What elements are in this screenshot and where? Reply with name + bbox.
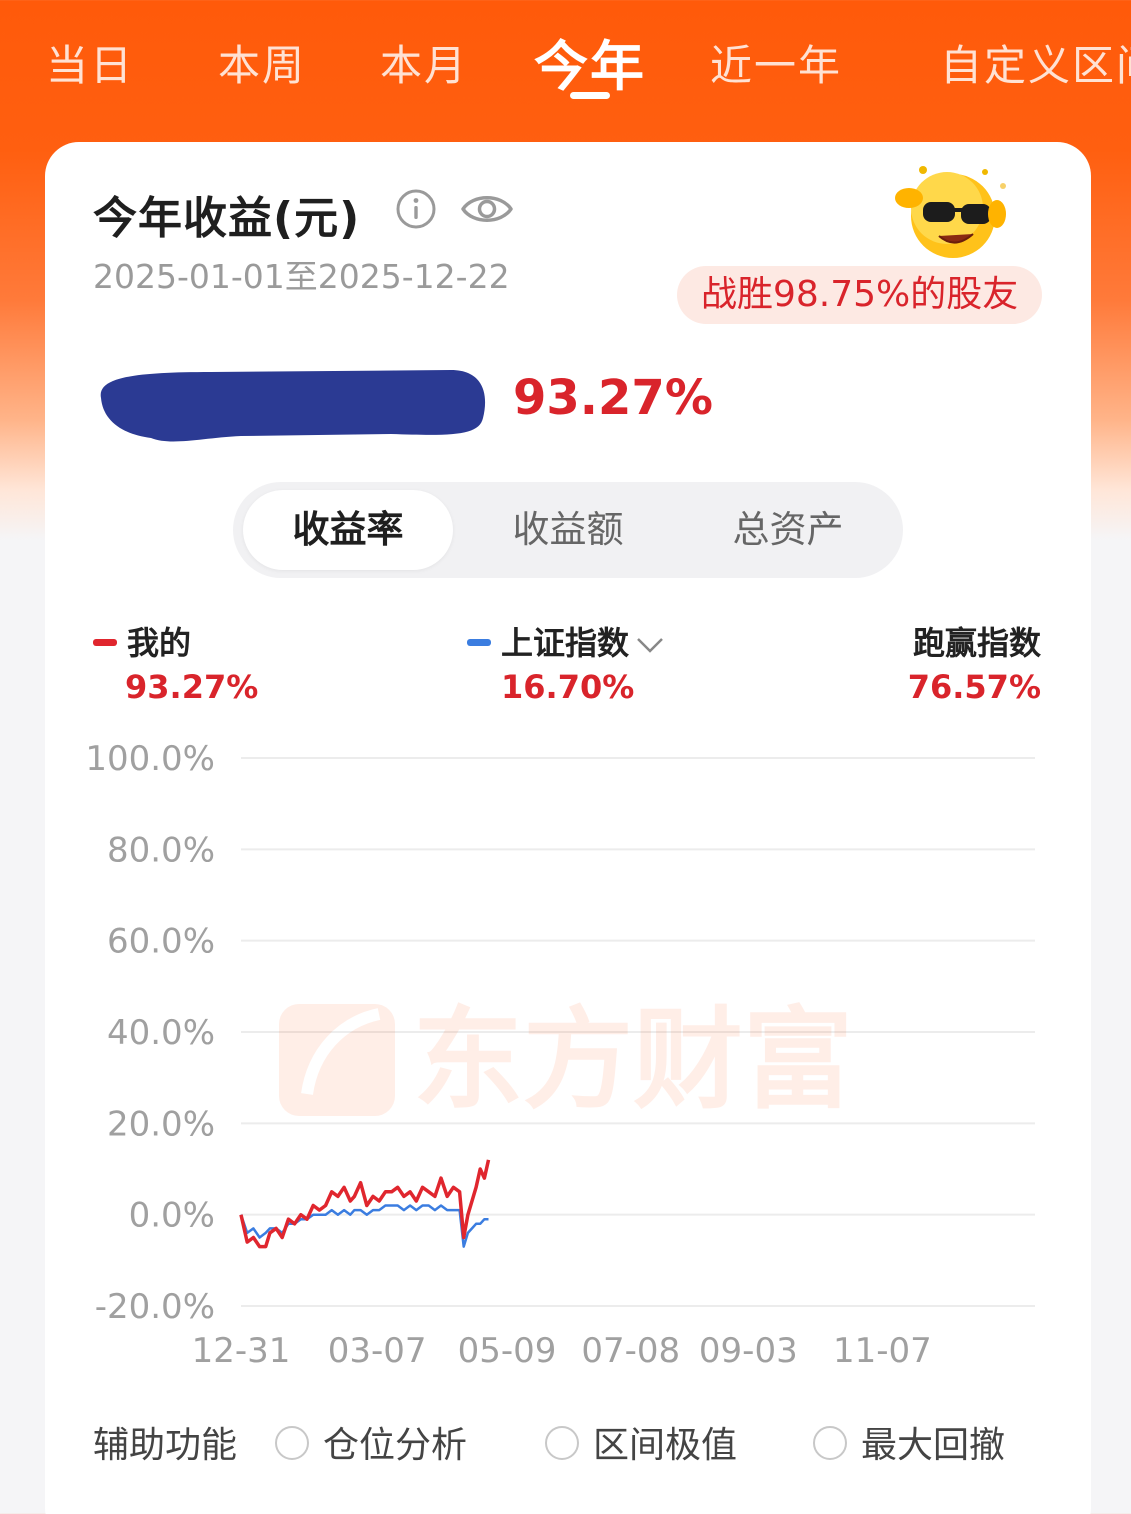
aux-functions-label: 辅助功能 [93,1425,238,1466]
redacted-amount [100,370,486,442]
watermark: 东方财富 [279,996,853,1124]
y-tick-label: 0.0% [129,1196,215,1236]
beat-percent-badge: 战胜98.75%的股友 [677,266,1043,324]
x-axis-labels: 12-31 03-07 05-09 07-08 09-03 11-07 [192,1331,932,1371]
legend-index-label: 上证指数 [501,624,630,662]
legend-mine-label: 我的 [127,624,192,662]
y-tick-label: -20.0% [95,1287,215,1327]
y-tick-label: 60.0% [107,922,215,962]
date-range: 2025-01-01至2025-12-22 [93,257,510,296]
period-tabs: 当日 本周 本月 今年 近一年 自定义区间 [0,0,1131,120]
series-line [239,1204,489,1248]
active-tab-indicator [570,92,610,99]
legend-beat-label: 跑赢指数 [912,624,1041,662]
radio-icon[interactable] [275,1426,309,1460]
option-max-drawdown[interactable]: 最大回撤 [813,1416,1005,1468]
x-tick-label: 07-08 [581,1331,680,1371]
y-tick-label: 80.0% [107,830,215,870]
tab-last-year[interactable]: 近一年 [710,32,842,93]
metric-segmented-control: 收益率 收益额 总资产 [233,482,903,578]
watermark-text: 东方财富 [413,996,853,1124]
option-range-extremes-label: 区间极值 [593,1425,738,1466]
x-tick-label: 11-07 [833,1331,932,1371]
tab-this-week[interactable]: 本周 [218,32,306,93]
option-range-extremes[interactable]: 区间极值 [545,1416,737,1468]
legend-index-swatch [467,638,491,646]
legend-index-value: 16.70% [501,668,635,706]
y-tick-label: 40.0% [107,1013,215,1053]
option-position-analysis-label: 仓位分析 [323,1425,468,1466]
legend-mine-value: 93.27% [125,668,259,706]
x-tick-label: 09-03 [699,1331,798,1371]
tab-this-year[interactable]: 今年 [534,22,646,101]
legend-mine-swatch [93,638,117,646]
tab-today[interactable]: 当日 [46,32,134,93]
card-title: 今年收益(元) [93,193,361,244]
segment-total-assets[interactable]: 总资产 [683,490,893,570]
info-icon[interactable] [395,188,437,230]
y-axis-labels: 100.0% 80.0% 60.0% 40.0% 20.0% 0.0% -20.0% [85,739,215,1327]
radio-icon[interactable] [545,1426,579,1460]
series-line [239,1159,491,1249]
legend-beat-value: 76.57% [907,668,1041,706]
x-tick-label: 12-31 [192,1331,291,1371]
chevron-down-icon [637,638,663,653]
x-tick-label: 05-09 [458,1331,557,1371]
option-max-drawdown-label: 最大回撤 [861,1425,1006,1466]
chart-series [239,1159,491,1249]
y-tick-label: 100.0% [85,739,215,779]
segment-return-rate[interactable]: 收益率 [243,490,453,570]
return-rate-chart: 100.0% 80.0% 60.0% 40.0% 20.0% 0.0% -20.0% 东方财… [85,739,1035,1371]
legend-mine: 我的 [93,618,191,664]
legend-index-selector[interactable]: 上证指数 [467,618,665,664]
watermark-logo-icon [279,1004,395,1116]
option-position-analysis[interactable]: 仓位分析 [275,1416,467,1468]
x-tick-label: 03-07 [328,1331,427,1371]
profit-card: 今年收益(元) 2025-01-01至2025-12-22 战胜98.75%的股… [45,142,1091,1514]
tab-custom-range[interactable]: 自定义区间 [940,32,1131,93]
total-return-rate: 93.27% [513,370,713,426]
sunglasses-emoji-icon [895,166,1006,258]
y-tick-label: 20.0% [107,1104,215,1144]
segment-return-amount[interactable]: 收益额 [463,490,673,570]
radio-icon[interactable] [813,1426,847,1460]
eye-icon[interactable] [459,186,515,232]
tab-this-month[interactable]: 本月 [380,32,468,93]
